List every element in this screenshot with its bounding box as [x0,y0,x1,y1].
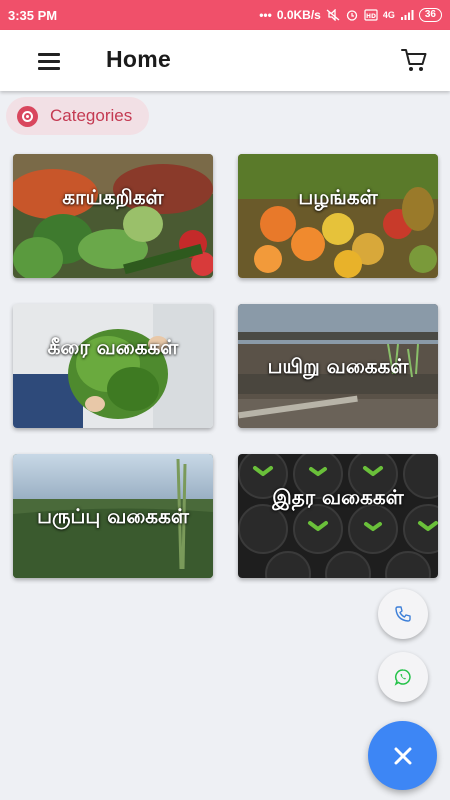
chip-label: Categories [50,106,133,125]
category-card-fruits[interactable]: பழங்கள் [238,154,438,278]
category-card-vegetables[interactable]: காய்கறிகள் [13,154,213,278]
category-label: பருப்பு வகைகள் [37,504,189,528]
more-dots-icon: ••• [259,8,272,22]
category-label: பயிறு வகைகள் [267,354,409,378]
signal-icon [400,10,414,20]
volte-icon: HD [364,9,378,21]
category-label: காய்கறிகள் [62,185,164,209]
whatsapp-icon [394,669,411,686]
category-card-dals[interactable]: பருப்பு வகைகள் [13,454,213,578]
app-bar: Home [0,30,450,91]
close-icon [394,747,411,764]
status-icons: ••• 0.0KB/s HD 4G 36 [259,8,442,22]
shopping-cart-icon[interactable] [400,45,430,75]
whatsapp-button[interactable] [378,652,428,702]
categories-chip[interactable]: Categories [6,97,149,135]
category-card-others[interactable]: இதர வகைகள் [238,454,438,578]
alarm-icon [346,10,358,21]
phone-icon [395,606,411,622]
page-title: Home [106,46,172,72]
mute-icon [326,9,340,21]
network-type: 4G [382,10,395,20]
category-label: கீரை வகைகள் [47,335,179,359]
call-button[interactable] [378,589,428,639]
target-icon [17,105,38,127]
battery-icon: 36 [418,8,442,22]
category-label: இதர வகைகள் [272,485,404,509]
status-time: 3:35 PM [8,7,58,23]
network-speed: 0.0KB/s [276,8,321,22]
svg-text:HD: HD [366,13,376,20]
category-card-pulses[interactable]: பயிறு வகைகள் [238,304,438,428]
category-label: பழங்கள் [298,185,378,209]
toggle-fab-button[interactable] [368,721,437,790]
status-bar: 3:35 PM ••• 0.0KB/s HD 4G 36 [0,0,450,30]
hamburger-menu-icon[interactable] [34,48,66,74]
category-card-greens[interactable]: கீரை வகைகள் [13,304,213,428]
